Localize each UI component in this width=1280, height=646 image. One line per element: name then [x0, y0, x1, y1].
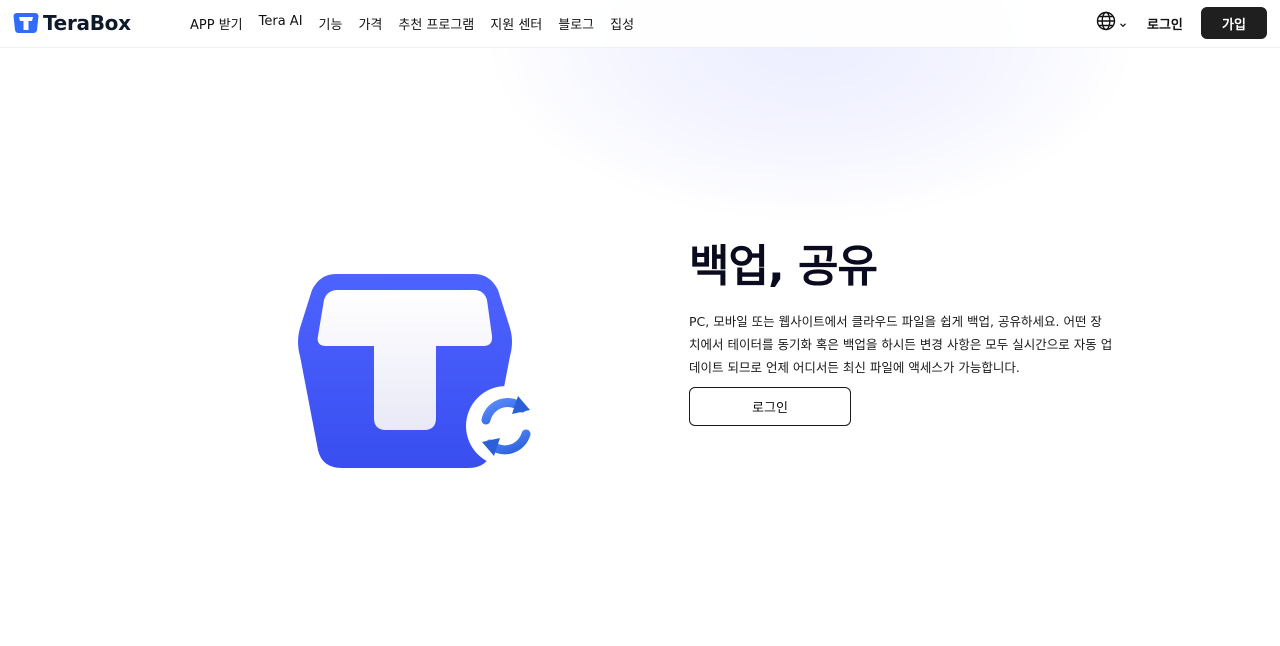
hero-title: 백업, 공유: [689, 241, 878, 292]
nav-item-pricing[interactable]: 가격: [358, 14, 382, 33]
main-nav: APP 받기 Tera AI 기능 가격 추천 프로그램 지원 센터 블로그 집…: [190, 14, 634, 33]
nav-item-collection[interactable]: 집성: [610, 14, 634, 33]
terabox-logo-icon: [13, 11, 39, 35]
brand-name: TeraBox: [43, 11, 131, 35]
top-header: TeraBox APP 받기 Tera AI 기능 가격 추천 프로그램 지원 …: [0, 0, 1280, 48]
nav-item-support[interactable]: 지원 센터: [490, 14, 542, 33]
brand-logo[interactable]: TeraBox: [13, 11, 131, 35]
nav-item-blog[interactable]: 블로그: [558, 14, 594, 33]
chevron-down-icon: [1119, 14, 1127, 33]
nav-item-features[interactable]: 기능: [319, 14, 343, 33]
nav-item-referral[interactable]: 추천 프로그램: [398, 14, 474, 33]
hero-login-button[interactable]: 로그인: [689, 387, 851, 426]
terabox-sync-icon: [296, 268, 546, 478]
globe-icon: [1096, 11, 1116, 35]
page: TeraBox APP 받기 Tera AI 기능 가격 추천 프로그램 지원 …: [0, 0, 1280, 646]
hero-description: PC, 모바일 또는 웹사이트에서 클라우드 파일을 쉽게 백업, 공유하세요.…: [689, 314, 1113, 375]
nav-item-app[interactable]: APP 받기: [190, 14, 243, 33]
nav-item-tera-ai[interactable]: Tera AI: [259, 14, 303, 33]
signup-button[interactable]: 가입: [1201, 7, 1267, 39]
header-login-link[interactable]: 로그인: [1147, 14, 1183, 33]
language-selector[interactable]: [1096, 11, 1134, 35]
